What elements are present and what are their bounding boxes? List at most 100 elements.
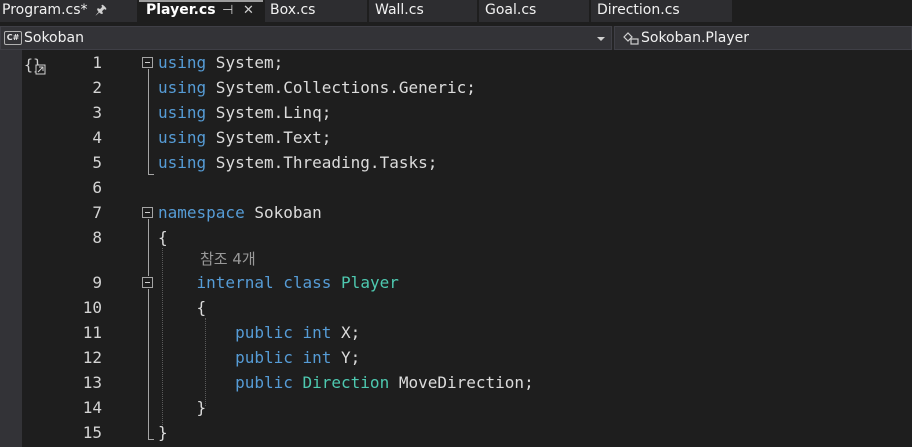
- outline-line: [148, 69, 149, 175]
- tab-label: Player.cs: [146, 2, 216, 18]
- code-token: System;: [206, 53, 284, 72]
- line-number: 6: [92, 178, 102, 197]
- line-number: 9: [92, 273, 102, 292]
- keyword-token: using: [158, 78, 207, 97]
- line-number: 5: [92, 153, 102, 172]
- keyword-token: int: [302, 348, 332, 367]
- tab-direction-cs[interactable]: Direction.cs: [591, 0, 732, 22]
- code-token: {: [158, 298, 207, 317]
- code-line[interactable]: {: [158, 295, 207, 320]
- keyword-token: class: [283, 273, 332, 292]
- tab-label: Program.cs*: [2, 2, 88, 18]
- tab-label: Goal.cs: [485, 2, 537, 18]
- collapse-toggle-class[interactable]: [142, 277, 153, 288]
- member-name: Sokoban.Player: [641, 30, 749, 46]
- line-number: 1: [92, 53, 102, 72]
- code-line[interactable]: public Direction MoveDirection;: [158, 370, 534, 395]
- code-token: System.Text;: [206, 128, 332, 147]
- line-number: 12: [82, 348, 102, 367]
- keyword-token: int: [302, 323, 332, 342]
- line-number: 15: [82, 423, 102, 442]
- chevron-down-icon[interactable]: [597, 37, 605, 41]
- code-line[interactable]: using System;: [158, 50, 283, 75]
- type-token: Player: [341, 273, 399, 292]
- keyword-token: namespace: [158, 203, 245, 222]
- type-token: Direction: [302, 373, 390, 392]
- code-line[interactable]: {: [158, 225, 168, 250]
- keyword-token: public: [235, 323, 293, 342]
- outline-line: [148, 289, 149, 440]
- outline-line: [148, 439, 154, 440]
- tab-label: Box.cs: [270, 2, 316, 18]
- line-number: 10: [82, 298, 102, 317]
- navigation-bar: C# Sokoban Sokoban.Player: [0, 26, 912, 50]
- code-editor[interactable]: {} 1 2 3 4 5 6 7 8 9 10 11 12 13 14 15 참조 4개 using Sys…: [0, 50, 912, 447]
- project-dropdown[interactable]: C# Sokoban: [0, 26, 612, 50]
- code-token: System.Linq;: [206, 103, 332, 122]
- line-number: 11: [82, 323, 102, 342]
- csharp-project-icon: C#: [4, 31, 22, 45]
- keyword-token: public: [235, 348, 293, 367]
- tab-player-cs[interactable]: Player.cs ⊣ ✕: [139, 0, 263, 22]
- code-token: MoveDirection;: [389, 373, 534, 392]
- collapse-toggle-namespace[interactable]: [142, 207, 153, 218]
- pin-icon[interactable]: ⊣: [222, 0, 233, 21]
- keyword-token: public: [235, 373, 293, 392]
- tab-label: Direction.cs: [597, 2, 680, 18]
- keyword-token: internal: [196, 273, 274, 292]
- class-member-icon: [623, 32, 639, 45]
- line-number: 13: [82, 373, 102, 392]
- tab-label: Wall.cs: [375, 2, 424, 18]
- code-line[interactable]: public int X;: [158, 320, 360, 345]
- outline-line: [148, 219, 149, 276]
- close-icon[interactable]: ✕: [243, 0, 254, 21]
- keyword-token: using: [158, 153, 207, 172]
- line-number: 8: [92, 228, 102, 247]
- namespace-braces-icon: {}: [24, 56, 46, 75]
- code-line[interactable]: using System.Collections.Generic;: [158, 75, 476, 100]
- pin-icon[interactable]: 🖈: [95, 0, 107, 21]
- line-number: 14: [82, 398, 102, 417]
- code-token: }: [158, 423, 168, 442]
- code-token: X;: [331, 323, 361, 342]
- code-line[interactable]: public int Y;: [158, 345, 360, 370]
- line-number: 4: [92, 128, 102, 147]
- code-line[interactable]: using System.Linq;: [158, 100, 331, 125]
- code-line[interactable]: }: [158, 420, 168, 445]
- code-token: Y;: [331, 348, 361, 367]
- code-token: Sokoban: [244, 203, 322, 222]
- document-tab-strip: Program.cs* 🖈 Player.cs ⊣ ✕ Box.cs Wall.…: [0, 0, 912, 22]
- tab-program-cs[interactable]: Program.cs* 🖈: [0, 0, 137, 22]
- tab-box-cs[interactable]: Box.cs: [265, 0, 367, 22]
- codelens-references[interactable]: 참조 4개: [200, 247, 256, 272]
- code-token: {: [158, 228, 168, 247]
- code-line[interactable]: using System.Text;: [158, 125, 331, 150]
- keyword-token: using: [158, 128, 207, 147]
- code-token: System.Collections.Generic;: [206, 78, 476, 97]
- code-token: System.Threading.Tasks;: [206, 153, 438, 172]
- line-number: 3: [92, 103, 102, 122]
- code-line[interactable]: namespace Sokoban: [158, 200, 322, 225]
- member-dropdown[interactable]: Sokoban.Player: [614, 26, 912, 50]
- line-number: 2: [92, 78, 102, 97]
- glyph-margin: [0, 50, 22, 447]
- tab-goal-cs[interactable]: Goal.cs: [479, 0, 589, 22]
- code-line[interactable]: }: [158, 395, 207, 420]
- keyword-token: using: [158, 103, 207, 122]
- code-line[interactable]: internal class Player: [158, 270, 399, 295]
- keyword-token: using: [158, 53, 207, 72]
- code-line[interactable]: using System.Threading.Tasks;: [158, 150, 437, 175]
- collapse-toggle-usings[interactable]: [142, 57, 153, 68]
- code-token: }: [158, 398, 207, 417]
- tab-wall-cs[interactable]: Wall.cs: [369, 0, 477, 22]
- outline-line: [148, 174, 154, 175]
